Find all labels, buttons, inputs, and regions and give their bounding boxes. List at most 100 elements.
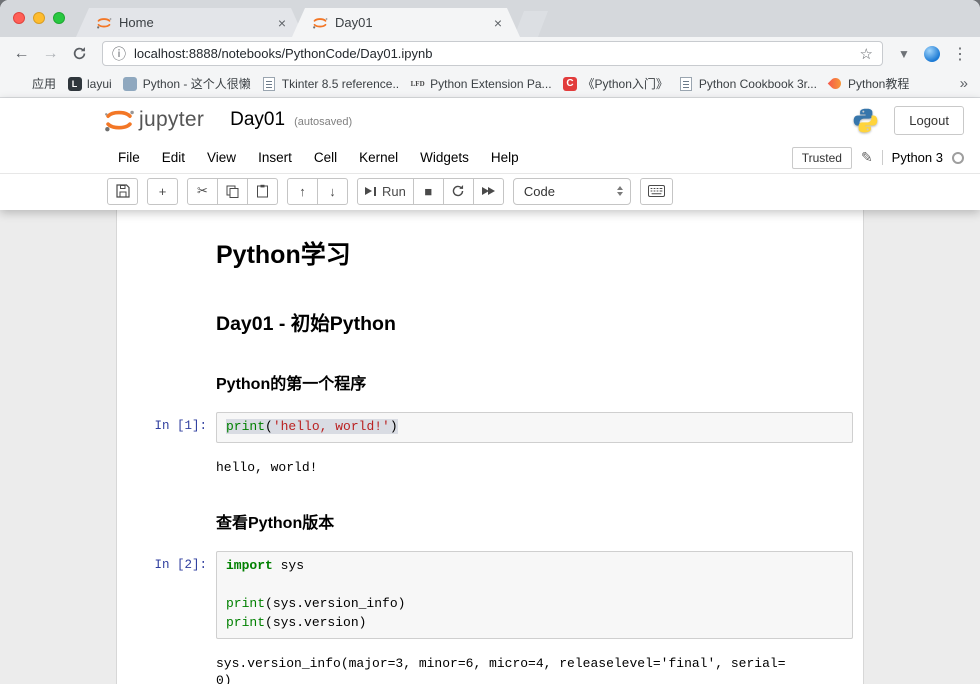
move-cell-up-button[interactable]: ↑ xyxy=(287,178,318,205)
menu-help[interactable]: Help xyxy=(480,150,530,165)
code-cell-1[interactable]: In [1]: print('hello, world!') xyxy=(117,407,863,448)
bookmark-label: Python教程 xyxy=(848,75,909,92)
feather-icon xyxy=(828,76,844,92)
output-cell-1: hello, world! xyxy=(117,448,863,490)
restart-kernel-button[interactable] xyxy=(443,178,474,205)
output-line: hello, world! xyxy=(216,459,853,477)
jupyter-wordmark: jupyter xyxy=(139,108,204,132)
bookmark-layui[interactable]: L layui xyxy=(67,76,112,91)
code-token-builtin: print xyxy=(226,615,265,630)
cut-cell-button[interactable]: ✂ xyxy=(187,178,218,205)
bookmark-python-extension[interactable]: LFD Python Extension Pa... xyxy=(410,76,551,91)
logout-button[interactable]: Logout xyxy=(894,106,964,135)
paste-cell-button[interactable] xyxy=(247,178,278,205)
cell-type-dropdown[interactable]: Code xyxy=(513,178,631,205)
save-button[interactable] xyxy=(107,178,138,205)
code-editor[interactable]: print('hello, world!') xyxy=(216,412,853,443)
output-cell-2: sys.version_info(major=3, minor=6, micro… xyxy=(117,644,863,684)
browser-toolbar: ← → ⓘ localhost:8888/notebooks/PythonCod… xyxy=(0,37,980,70)
reload-button[interactable] xyxy=(66,40,93,67)
heading-check-version: 查看Python版本 xyxy=(216,509,853,533)
restart-run-all-button[interactable] xyxy=(473,178,504,205)
zoom-window-button[interactable] xyxy=(53,12,65,24)
browser-menu-icon[interactable]: ⋮ xyxy=(948,44,972,64)
new-tab-button[interactable] xyxy=(514,11,548,37)
bookmark-star-icon[interactable]: ☆ xyxy=(860,45,873,63)
divider xyxy=(882,150,883,165)
jupyter-logo-icon xyxy=(103,107,135,134)
command-palette-button[interactable] xyxy=(640,178,673,205)
bookmark-python-intro[interactable]: C 《Python入门》 xyxy=(563,75,668,92)
bookmark-tkinter-reference[interactable]: Tkinter 8.5 reference.. xyxy=(262,76,399,91)
code-token: (sys.version_info) xyxy=(265,596,405,611)
run-label: Run xyxy=(382,184,406,199)
python-logo-icon xyxy=(852,107,879,134)
bookmark-python-cookbook[interactable]: Python Cookbook 3r... xyxy=(679,76,817,91)
back-button[interactable]: ← xyxy=(8,40,35,67)
bookmark-label: 《Python入门》 xyxy=(583,75,668,92)
tab-strip: Home × Day01 × xyxy=(0,0,980,37)
heading-python-study: Python学习 xyxy=(216,235,853,271)
code-token: sys xyxy=(273,558,304,573)
url-text[interactable]: localhost:8888/notebooks/PythonCode/Day0… xyxy=(134,46,852,61)
menu-file[interactable]: File xyxy=(107,150,151,165)
markdown-cell-version[interactable]: 查看Python版本 xyxy=(117,490,863,546)
menu-widgets[interactable]: Widgets xyxy=(409,150,480,165)
output-text: sys.version_info(major=3, minor=6, micro… xyxy=(216,649,853,684)
notebook-scroll-area[interactable]: Python学习 Day01 - 初始Python Python的第一个程序 I… xyxy=(0,210,980,684)
bookmark-python-tutorial[interactable]: Python教程 xyxy=(828,75,909,92)
code-cell-2[interactable]: In [2]: import sys print(sys.version_inf… xyxy=(117,546,863,644)
menu-insert[interactable]: Insert xyxy=(247,150,303,165)
input-prompt: In [2]: xyxy=(122,551,216,639)
bookmark-label: Python - 这个人很懒 xyxy=(143,75,251,92)
cell-prompt xyxy=(122,225,216,283)
markdown-cell-day01[interactable]: Day01 - 初始Python xyxy=(117,288,863,351)
close-window-button[interactable] xyxy=(13,12,25,24)
menu-cell[interactable]: Cell xyxy=(303,150,348,165)
close-tab-icon[interactable]: × xyxy=(490,15,506,31)
insert-cell-button[interactable]: + xyxy=(147,178,178,205)
menu-edit[interactable]: Edit xyxy=(151,150,196,165)
code-editor[interactable]: import sys print(sys.version_info) print… xyxy=(216,551,853,639)
notebook-page: Python学习 Day01 - 初始Python Python的第一个程序 I… xyxy=(116,210,864,684)
cell-prompt xyxy=(122,495,216,541)
close-tab-icon[interactable]: × xyxy=(274,15,290,31)
jupyter-logo[interactable]: jupyter xyxy=(103,107,204,134)
tab-title: Home xyxy=(119,15,267,30)
apps-grid-icon xyxy=(12,76,27,91)
bookmark-apps[interactable]: 应用 xyxy=(12,75,56,92)
fast-forward-icon xyxy=(488,187,495,195)
markdown-cell-first-program[interactable]: Python的第一个程序 xyxy=(117,351,863,407)
paste-icon xyxy=(256,184,269,198)
tab-title: Day01 xyxy=(335,15,483,30)
save-icon xyxy=(116,184,130,198)
bookmarks-overflow-icon[interactable]: » xyxy=(960,75,968,92)
extension-triangle-icon[interactable]: ▼ xyxy=(892,47,916,61)
edit-mode-pencil-icon: ✎ xyxy=(861,149,873,166)
browser-window: Home × Day01 × ← → ⓘ localhost:8888/note… xyxy=(0,0,980,684)
page-info-icon[interactable]: ⓘ xyxy=(112,44,126,64)
copy-cell-button[interactable] xyxy=(217,178,248,205)
move-cell-down-button[interactable]: ↓ xyxy=(317,178,348,205)
output-line: 0) xyxy=(216,672,853,684)
heading-day01: Day01 - 初始Python xyxy=(216,307,853,336)
code-token-keyword: import xyxy=(226,558,273,573)
trusted-badge[interactable]: Trusted xyxy=(792,147,852,169)
notebook-title[interactable]: Day01 xyxy=(230,109,285,131)
code-token: ) xyxy=(390,419,398,434)
menu-view[interactable]: View xyxy=(196,150,247,165)
menu-kernel[interactable]: Kernel xyxy=(348,150,409,165)
select-arrows-icon xyxy=(617,186,623,196)
tab-home[interactable]: Home × xyxy=(76,8,304,37)
interrupt-kernel-button[interactable]: ■ xyxy=(413,178,444,205)
tab-day01[interactable]: Day01 × xyxy=(292,8,520,37)
bookmark-label: Tkinter 8.5 reference.. xyxy=(282,77,399,91)
markdown-cell-title[interactable]: Python学习 xyxy=(117,220,863,288)
bookmark-python-blog[interactable]: Python - 这个人很懒 xyxy=(123,75,251,92)
forward-button[interactable]: → xyxy=(37,40,64,67)
extension-globe-icon[interactable] xyxy=(924,46,940,62)
kernel-name: Python 3 xyxy=(892,150,943,165)
run-cell-button[interactable]: Run xyxy=(357,178,414,205)
address-bar[interactable]: ⓘ localhost:8888/notebooks/PythonCode/Da… xyxy=(102,41,883,66)
minimize-window-button[interactable] xyxy=(33,12,45,24)
